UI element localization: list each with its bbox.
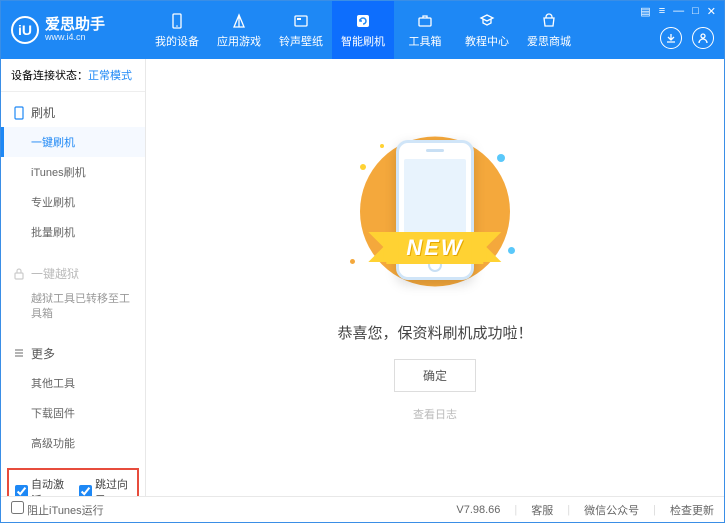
wallpaper-icon xyxy=(292,12,310,30)
sidebar-item-other[interactable]: 其他工具 xyxy=(1,368,145,398)
footer-wechat[interactable]: 微信公众号 xyxy=(584,502,639,518)
device-icon xyxy=(168,12,186,30)
nav-ringtones[interactable]: 铃声壁纸 xyxy=(270,1,332,59)
window-controls: ▤ ≡ — □ ✕ xyxy=(640,5,716,18)
sidebar-jailbreak-head: 一键越狱 xyxy=(1,259,145,288)
footer-service[interactable]: 客服 xyxy=(531,502,553,518)
logo-icon: iU xyxy=(11,16,39,44)
success-illustration: NEW xyxy=(340,134,530,304)
tutorial-icon xyxy=(478,12,496,30)
settings-icon[interactable]: ≡ xyxy=(659,5,665,18)
list-icon xyxy=(13,347,25,359)
main-content: NEW 恭喜您，保资料刷机成功啦！ 确定 查看日志 xyxy=(146,59,724,496)
new-ribbon: NEW xyxy=(386,232,483,264)
account-button[interactable] xyxy=(692,27,714,49)
nav-flash[interactable]: 智能刷机 xyxy=(332,1,394,59)
store-icon xyxy=(540,12,558,30)
sidebar-item-pro[interactable]: 专业刷机 xyxy=(1,187,145,217)
sidebar-flash-head[interactable]: 刷机 xyxy=(1,98,145,127)
checkbox-auto-activate[interactable]: 自动激活 xyxy=(15,476,67,496)
app-url: www.i4.cn xyxy=(45,33,105,43)
footer: 阻止iTunes运行 V7.98.66 | 客服 | 微信公众号 | 检查更新 xyxy=(1,496,724,522)
sidebar: 设备连接状态：正常模式 刷机 一键刷机 iTunes刷机 专业刷机 批量刷机 一… xyxy=(1,59,146,496)
nav-my-device[interactable]: 我的设备 xyxy=(146,1,208,59)
app-header: iU 爱思助手 www.i4.cn 我的设备 应用游戏 铃声壁纸 智能刷机 xyxy=(1,1,724,59)
lock-icon xyxy=(13,268,25,280)
app-title: 爱思助手 xyxy=(45,17,105,34)
nav-store[interactable]: 爱思商城 xyxy=(518,1,580,59)
phone-icon xyxy=(13,106,25,120)
options-row: 自动激活 跳过向导 xyxy=(7,468,139,496)
flash-icon xyxy=(354,12,372,30)
close-icon[interactable]: ✕ xyxy=(707,5,716,18)
checkbox-skip-guide[interactable]: 跳过向导 xyxy=(79,476,131,496)
view-log-link[interactable]: 查看日志 xyxy=(413,406,457,422)
footer-update[interactable]: 检查更新 xyxy=(670,502,714,518)
version-label: V7.98.66 xyxy=(456,504,500,516)
sidebar-item-batch[interactable]: 批量刷机 xyxy=(1,217,145,247)
download-button[interactable] xyxy=(660,27,682,49)
logo: iU 爱思助手 www.i4.cn xyxy=(1,16,146,44)
apps-icon xyxy=(230,12,248,30)
nav-toolbox[interactable]: 工具箱 xyxy=(394,1,456,59)
toolbox-icon xyxy=(416,12,434,30)
sidebar-item-itunes[interactable]: iTunes刷机 xyxy=(1,157,145,187)
sidebar-item-firmware[interactable]: 下载固件 xyxy=(1,398,145,428)
minimize-icon[interactable]: — xyxy=(673,5,684,18)
jailbreak-note: 越狱工具已转移至工具箱 xyxy=(1,288,145,327)
success-message: 恭喜您，保资料刷机成功啦！ xyxy=(337,322,532,343)
main-nav: 我的设备 应用游戏 铃声壁纸 智能刷机 工具箱 教程中心 xyxy=(146,1,580,59)
nav-apps[interactable]: 应用游戏 xyxy=(208,1,270,59)
confirm-button[interactable]: 确定 xyxy=(394,359,476,392)
sidebar-more-head[interactable]: 更多 xyxy=(1,339,145,368)
checkbox-block-itunes[interactable]: 阻止iTunes运行 xyxy=(11,501,104,518)
sidebar-item-advanced[interactable]: 高级功能 xyxy=(1,428,145,458)
maximize-icon[interactable]: □ xyxy=(692,5,699,18)
connection-status: 设备连接状态：正常模式 xyxy=(1,59,145,92)
nav-tutorials[interactable]: 教程中心 xyxy=(456,1,518,59)
sidebar-item-oneclick[interactable]: 一键刷机 xyxy=(1,127,145,157)
menu-icon[interactable]: ▤ xyxy=(640,5,650,18)
